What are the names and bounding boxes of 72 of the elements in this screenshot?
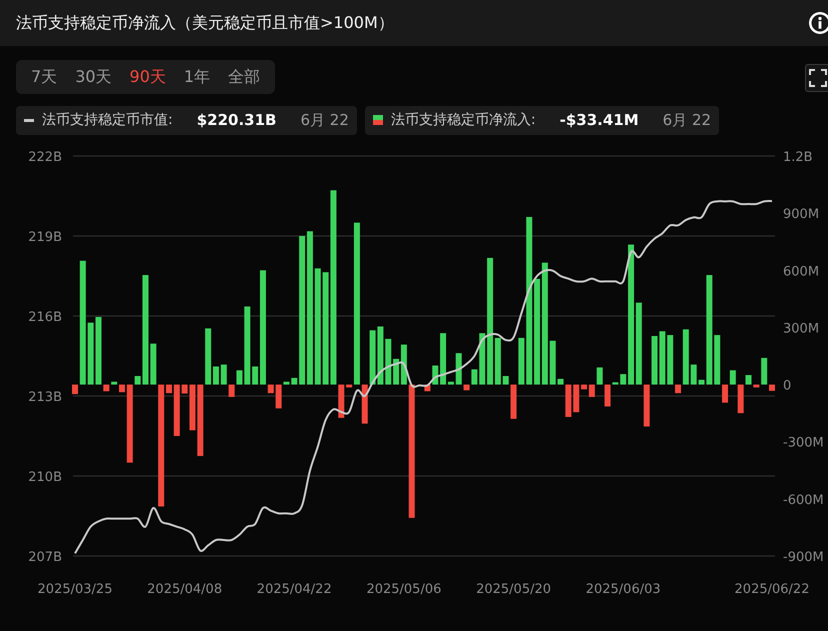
bar bbox=[753, 384, 760, 387]
legend-value: -$33.41M bbox=[560, 110, 639, 131]
bar bbox=[573, 384, 580, 412]
bar-legend-icon bbox=[372, 115, 383, 126]
axis-label: 2025/06/03 bbox=[586, 582, 661, 596]
range-tab[interactable]: 7天 bbox=[22, 63, 66, 91]
bar bbox=[722, 384, 728, 402]
axis-label: 600M bbox=[783, 264, 820, 279]
axis-label: 2025/04/08 bbox=[147, 582, 222, 596]
axis-label: 216B bbox=[28, 310, 62, 324]
range-tab[interactable]: 30天 bbox=[66, 63, 121, 91]
range-tab[interactable]: 1年 bbox=[174, 63, 220, 91]
bar bbox=[738, 384, 744, 413]
axis-label: 207B bbox=[28, 550, 62, 564]
bar bbox=[620, 374, 626, 384]
bar bbox=[479, 332, 486, 384]
bar bbox=[769, 384, 775, 390]
axis-label: 1.2B bbox=[783, 150, 813, 164]
axis-label: 2025/04/22 bbox=[256, 582, 332, 596]
axis-label: 2025/05/06 bbox=[366, 582, 442, 596]
bar bbox=[174, 384, 180, 436]
info-icon[interactable] bbox=[808, 11, 828, 35]
bar bbox=[88, 322, 94, 384]
bar bbox=[385, 338, 392, 384]
bar bbox=[690, 364, 697, 384]
bar bbox=[746, 374, 752, 384]
bar bbox=[761, 357, 768, 384]
bar bbox=[220, 364, 227, 384]
bar bbox=[111, 381, 118, 384]
bar bbox=[714, 334, 720, 384]
legend-date: 6月 22 bbox=[662, 110, 712, 131]
bar bbox=[197, 384, 204, 456]
axis-label: 210B bbox=[28, 470, 62, 484]
axis-label: 900M bbox=[783, 206, 820, 222]
bar bbox=[667, 334, 674, 384]
bar bbox=[150, 343, 156, 384]
axis-label: -300M bbox=[783, 435, 824, 450]
line-legend-icon bbox=[24, 118, 34, 122]
range-tab[interactable]: 全部 bbox=[219, 63, 270, 91]
legend-pill[interactable]: 法币支持稳定币市值: $220.31B 6月 22 bbox=[16, 106, 357, 134]
bar bbox=[550, 340, 556, 384]
legend-date: 6月 22 bbox=[300, 110, 349, 131]
legend-pill[interactable]: 法币支持稳定币净流入: -$33.41M 6月 22 bbox=[364, 106, 720, 134]
bar bbox=[103, 384, 110, 391]
bar bbox=[502, 376, 509, 384]
axis-label: 213B bbox=[28, 390, 62, 404]
fullscreen-button[interactable] bbox=[805, 64, 828, 92]
axis-label: 2025/06/22 bbox=[734, 582, 810, 596]
bar bbox=[119, 384, 125, 392]
axis-label: 300M bbox=[783, 320, 820, 336]
axis-label: 2025/03/25 bbox=[38, 582, 112, 596]
bar bbox=[96, 316, 102, 384]
bar bbox=[644, 384, 650, 426]
legend-label: 法币支持稳定币市值: bbox=[42, 110, 173, 130]
bar bbox=[338, 384, 344, 418]
axis-label: -900M bbox=[783, 550, 824, 564]
bar bbox=[362, 384, 368, 424]
bar bbox=[456, 352, 462, 384]
axis-label: 0 bbox=[783, 378, 792, 394]
legend-value: $220.31B bbox=[196, 110, 276, 131]
bar bbox=[291, 377, 298, 384]
chart-title: 法币支持稳定币净流入（美元稳定币且市值>100M） bbox=[16, 12, 394, 34]
bar bbox=[596, 366, 603, 384]
axis-label: -600M bbox=[783, 492, 824, 508]
range-tab[interactable]: 90天 bbox=[120, 63, 175, 91]
legend-label: 法币支持稳定币净流入: bbox=[390, 110, 536, 130]
axis-label: 219B bbox=[28, 230, 62, 244]
bar bbox=[268, 384, 274, 393]
bar bbox=[730, 370, 736, 384]
bar bbox=[72, 384, 78, 394]
axis-label: 222B bbox=[28, 150, 62, 164]
axis-label: 2025/05/20 bbox=[476, 582, 552, 596]
